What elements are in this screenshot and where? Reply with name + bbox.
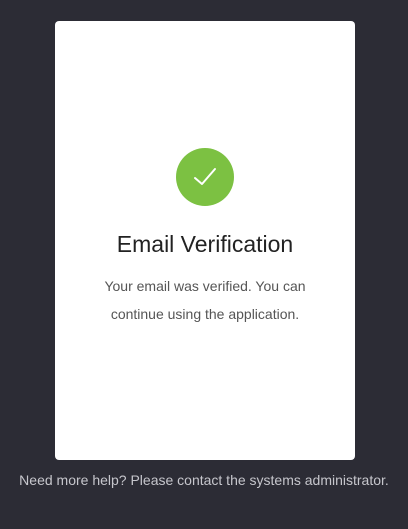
page-title: Email Verification [116,231,294,257]
verification-page: Email Verification Your email was verifi… [0,0,408,529]
verification-message: Your email was verified. You can continu… [104,278,306,322]
help-text: Need more help? Please contact the syste… [19,472,389,488]
success-badge [176,148,234,206]
verification-card: Email Verification Your email was verifi… [55,21,355,460]
check-icon [194,168,216,185]
